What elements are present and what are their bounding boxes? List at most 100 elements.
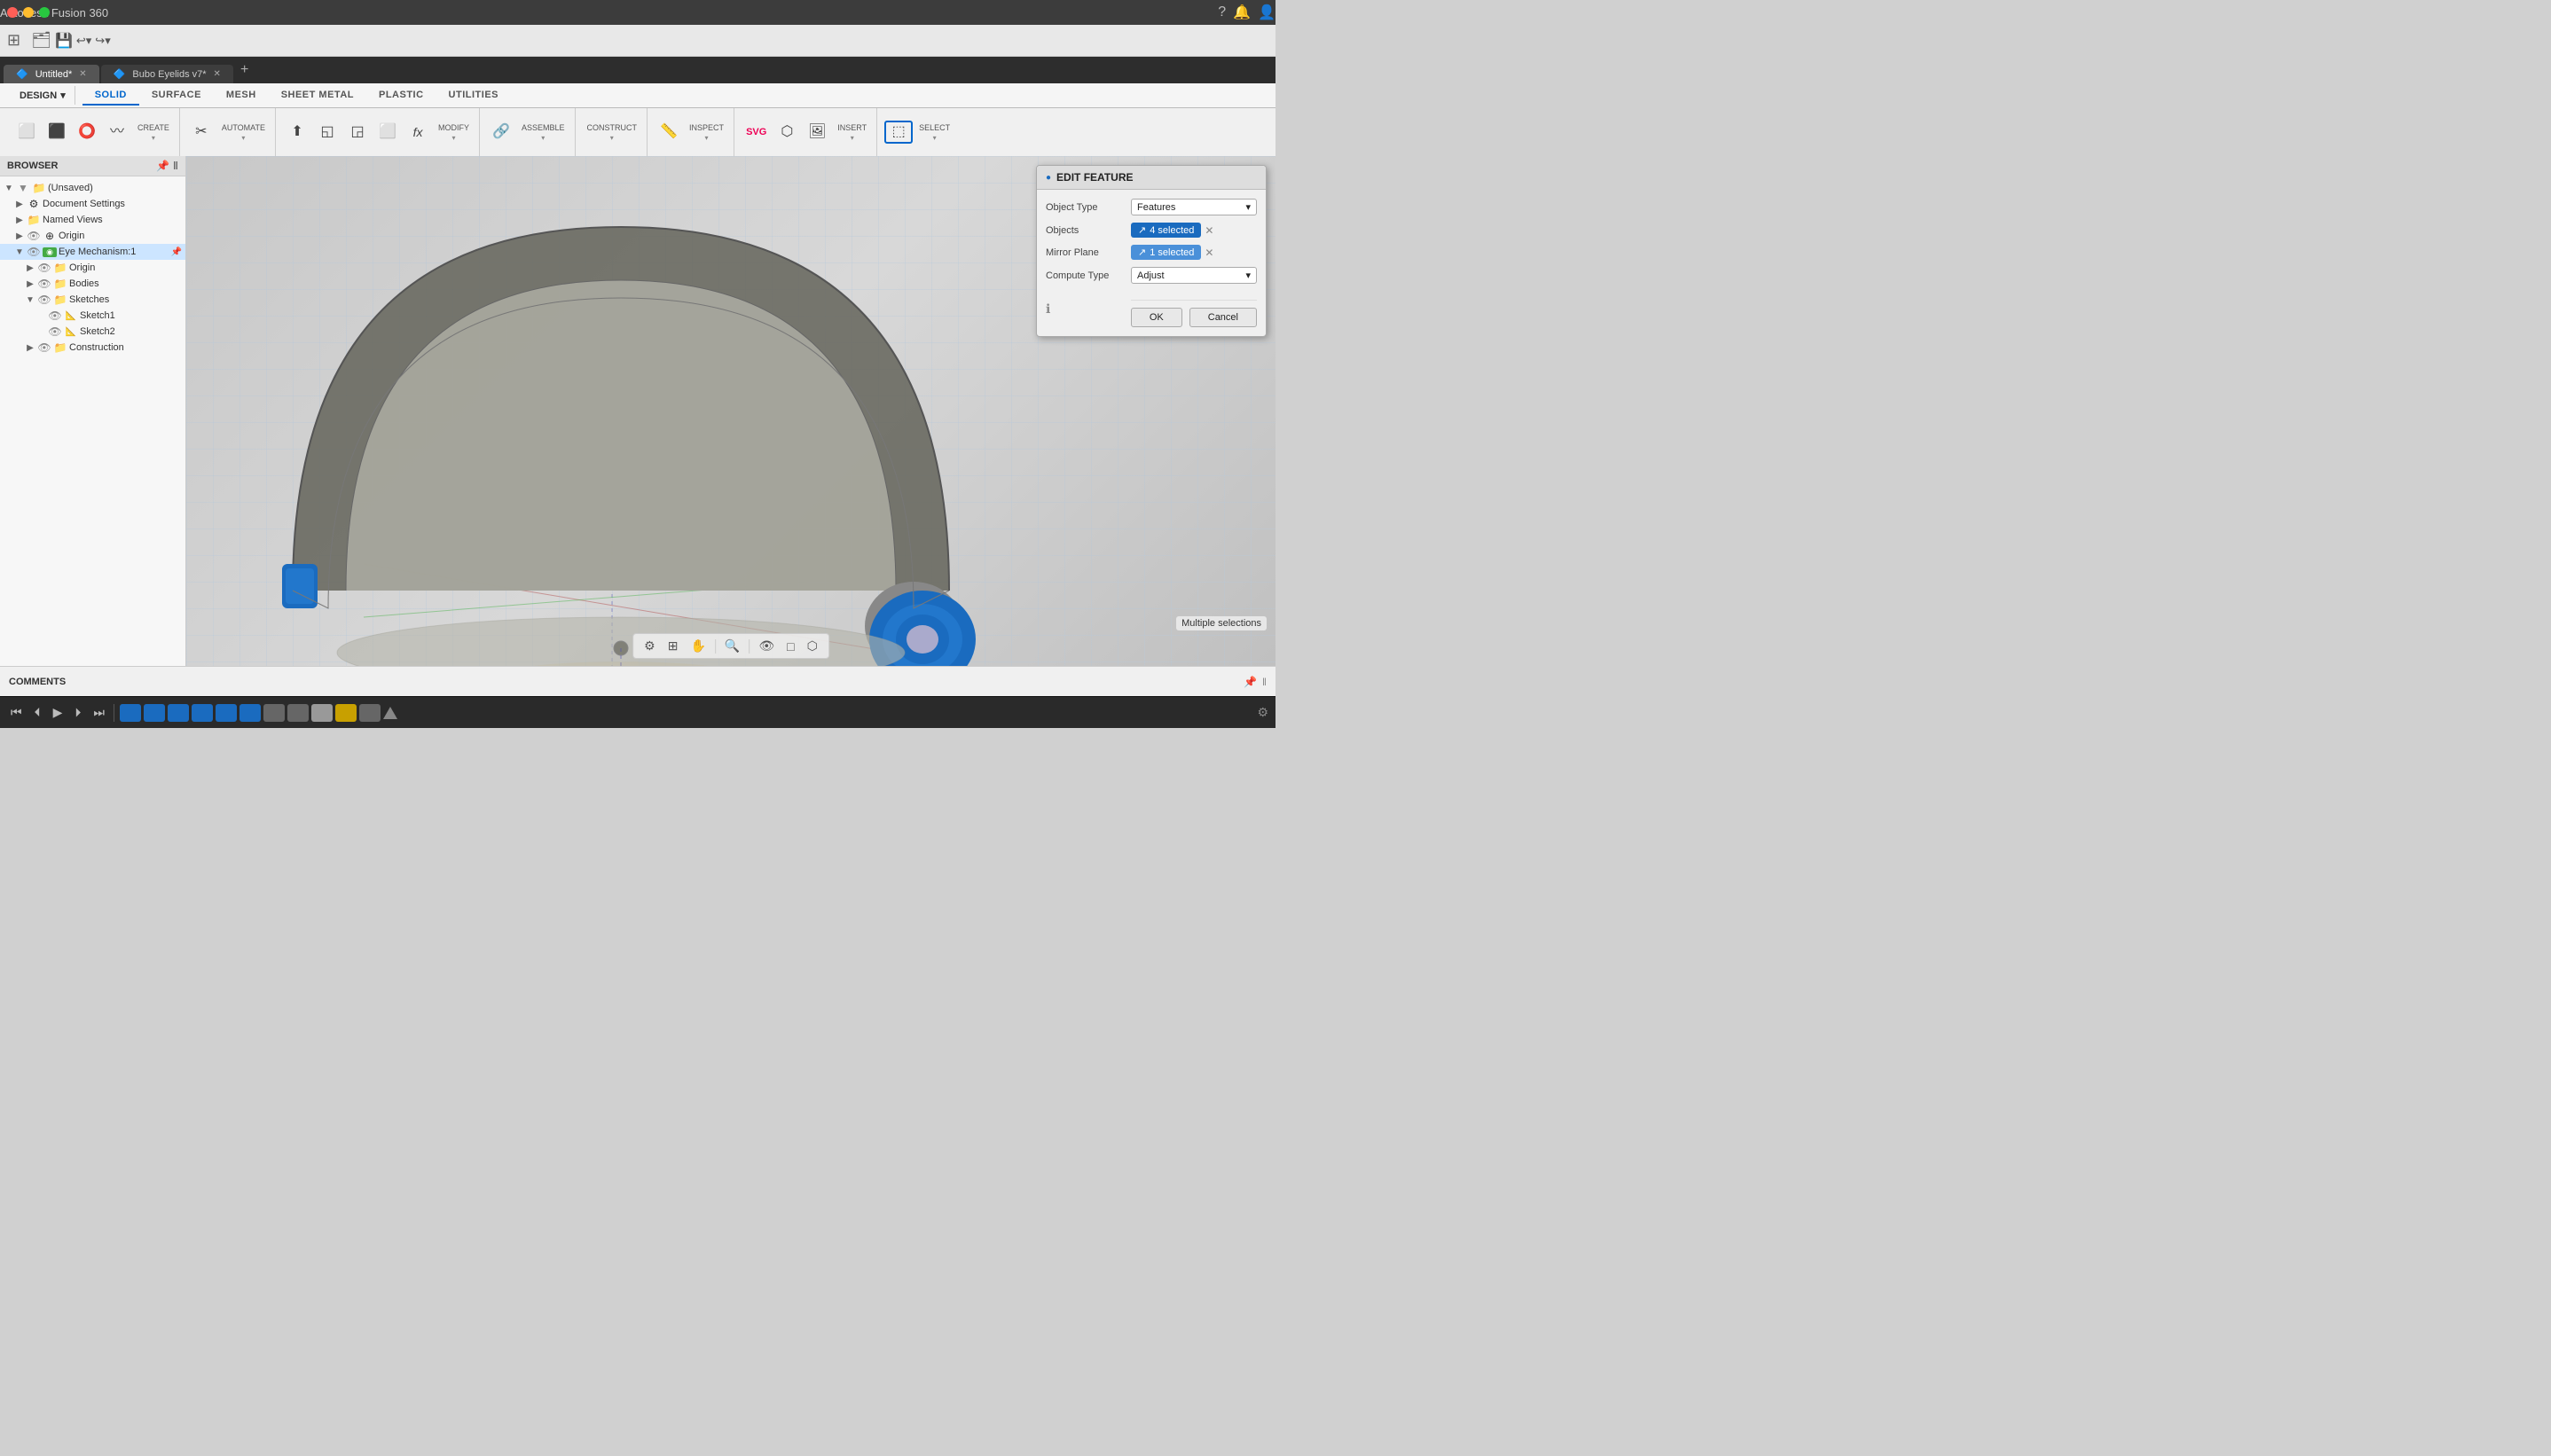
user-icon[interactable]: 👤 (1258, 4, 1276, 21)
display-mode-btn[interactable]: □ (783, 638, 797, 655)
ef-mirror-selected[interactable]: ↗ 1 selected (1131, 245, 1201, 260)
display-settings-btn[interactable]: ⚙ (640, 637, 659, 655)
ef-info-icon[interactable]: ℹ (1046, 301, 1050, 317)
assemble-more-btn[interactable]: ASSEMBLE ▾ (517, 121, 569, 145)
insert-more-btn[interactable]: INSERT ▾ (833, 121, 871, 145)
viewport[interactable]: FRONT X Y ● EDIT FEATURE Object Type (186, 156, 1276, 666)
measure-btn[interactable]: 📏 (655, 122, 683, 142)
file-tab-untitled[interactable]: 🔷 Untitled* ✕ (4, 65, 99, 83)
ef-objects-selected[interactable]: ↗ 4 selected (1131, 223, 1201, 238)
tab-solid[interactable]: SOLID (82, 86, 139, 106)
construct-more-btn[interactable]: CONSTRUCT ▾ (583, 121, 642, 145)
tl-frame-1[interactable] (120, 704, 141, 722)
tl-frame-6[interactable] (239, 704, 261, 722)
tl-next-btn[interactable]: ⏵ (71, 703, 84, 722)
shell-btn[interactable]: ⬜ (373, 122, 402, 142)
tl-frame-9[interactable] (311, 704, 333, 722)
ef-objects-clear[interactable]: ✕ (1205, 224, 1213, 237)
browser-collapse-icon[interactable]: ‖ (173, 160, 178, 172)
new-component-btn[interactable]: ⬜ (12, 122, 41, 142)
tree-item-origin-root[interactable]: ▶ 👁 ⊕ Origin (0, 228, 185, 244)
tree-item-unsaved[interactable]: ▼ ▼ 📁 (Unsaved) (0, 180, 185, 196)
comments-pin-icon[interactable]: 📌 (1244, 676, 1257, 688)
tree-item-origin-sub[interactable]: ▶ 👁 📁 Origin (0, 260, 185, 276)
ef-object-type-dropdown[interactable]: Features ▾ (1131, 199, 1257, 215)
tl-frame-5[interactable] (216, 704, 237, 722)
tl-frame-4[interactable] (192, 704, 213, 722)
tree-item-sketch1[interactable]: 👁 📐 Sketch1 (0, 308, 185, 324)
tab-close-untitled[interactable]: ✕ (79, 69, 86, 79)
maximize-button[interactable] (39, 7, 50, 18)
view-btn[interactable]: 👁 (755, 637, 778, 655)
tree-item-bodies[interactable]: ▶ 👁 📁 Bodies (0, 276, 185, 292)
pan-btn[interactable]: ✋ (687, 637, 709, 655)
new-tab-btn[interactable]: + (240, 62, 248, 78)
file-menu[interactable]: 🗂 (31, 31, 51, 50)
chamfer-btn[interactable]: ◲ (343, 122, 372, 142)
tree-item-eye-mechanism[interactable]: ▼ 👁 ◉ Eye Mechanism:1 📌 (0, 244, 185, 260)
notification-icon[interactable]: 🔔 (1233, 4, 1251, 21)
ef-cancel-button[interactable]: Cancel (1189, 308, 1257, 327)
decal-btn[interactable]: 🖼 (803, 122, 831, 142)
tl-frame-7[interactable] (263, 704, 285, 722)
ef-mirror-clear[interactable]: ✕ (1205, 247, 1213, 259)
ef-compute-dropdown[interactable]: Adjust ▾ (1131, 267, 1257, 284)
select-more-btn[interactable]: SELECT ▾ (914, 121, 954, 145)
comments-collapse-icon[interactable]: ‖ (1262, 676, 1267, 688)
tl-settings-btn[interactable]: ⚙ (1257, 705, 1268, 720)
tl-frame-11[interactable] (359, 704, 381, 722)
insert-mesh-btn[interactable]: ⬡ (773, 122, 801, 142)
tree-item-named-views[interactable]: ▶ 📁 Named Views (0, 212, 185, 228)
tab-surface[interactable]: SURFACE (139, 86, 214, 106)
tl-frame-8[interactable] (287, 704, 309, 722)
zoom-btn[interactable]: 🔍 (721, 637, 743, 655)
inspect-more-btn[interactable]: INSPECT ▾ (685, 121, 728, 145)
automate-more-btn[interactable]: AUTOMATE ▾ (217, 121, 270, 145)
insert-svg-btn[interactable]: SVG (742, 125, 771, 140)
tl-play-btn[interactable]: ▶ (50, 703, 67, 722)
tl-frame-3[interactable] (168, 704, 189, 722)
browser-pin-icon[interactable]: 📌 (156, 160, 169, 172)
fillet-btn[interactable]: ◱ (313, 122, 341, 142)
tab-mesh[interactable]: MESH (214, 86, 269, 106)
fx-btn[interactable]: fx (404, 123, 432, 141)
window-controls (7, 7, 50, 18)
tl-marker[interactable] (383, 707, 397, 719)
tree-item-sketches[interactable]: ▼ 👁 📁 Sketches (0, 292, 185, 308)
tab-plastic[interactable]: PLASTIC (366, 86, 436, 106)
create-more-btn[interactable]: CREATE ▾ (133, 121, 174, 145)
tree-item-doc-settings[interactable]: ▶ ⚙ Document Settings (0, 196, 185, 212)
extrude-btn[interactable]: ⬛ (43, 122, 71, 142)
ef-ok-button[interactable]: OK (1131, 308, 1182, 327)
tl-end-btn[interactable]: ⏭ (90, 703, 108, 722)
tab-utilities[interactable]: UTILITIES (436, 86, 511, 106)
press-pull-btn[interactable]: ⬆ (283, 122, 311, 142)
automate-btn[interactable]: ✂ (187, 122, 216, 142)
tab-sheet-metal[interactable]: SHEET METAL (269, 86, 366, 106)
ef-footer: ℹ OK Cancel (1046, 291, 1257, 327)
revolve-btn[interactable]: ⭕ (73, 122, 101, 142)
tl-frame-10[interactable] (335, 704, 357, 722)
ef-title: EDIT FEATURE (1056, 171, 1133, 184)
select-btn[interactable]: ⬚ (884, 121, 913, 144)
undo-btn[interactable]: ↩▾ (76, 34, 91, 48)
grid-btn[interactable]: ⊞ (664, 637, 682, 655)
tree-item-sketch2[interactable]: 👁 📐 Sketch2 (0, 324, 185, 340)
close-button[interactable] (7, 7, 18, 18)
tl-start-btn[interactable]: ⏮ (7, 703, 26, 722)
minimize-button[interactable] (23, 7, 34, 18)
joint-btn[interactable]: 🔗 (487, 122, 515, 142)
effects-btn[interactable]: ⬡ (804, 637, 821, 655)
sweep-btn[interactable]: 〰 (103, 122, 131, 142)
modify-more-btn[interactable]: MODIFY ▾ (434, 121, 474, 145)
file-tab-bubo[interactable]: 🔷 Bubo Eyelids v7* ✕ (101, 65, 233, 83)
help-icon[interactable]: ? (1218, 4, 1226, 20)
save-btn[interactable]: 💾 (55, 32, 73, 50)
redo-btn[interactable]: ↪▾ (95, 34, 110, 48)
tl-prev-btn[interactable]: ⏴ (31, 703, 44, 722)
design-mode-btn[interactable]: DESIGN ▾ (11, 86, 75, 105)
tab-close-bubo[interactable]: ✕ (214, 69, 221, 79)
tree-item-construction[interactable]: ▶ 👁 📁 Construction (0, 340, 185, 356)
apps-icon[interactable]: ⊞ (7, 31, 20, 50)
tl-frame-2[interactable] (144, 704, 165, 722)
